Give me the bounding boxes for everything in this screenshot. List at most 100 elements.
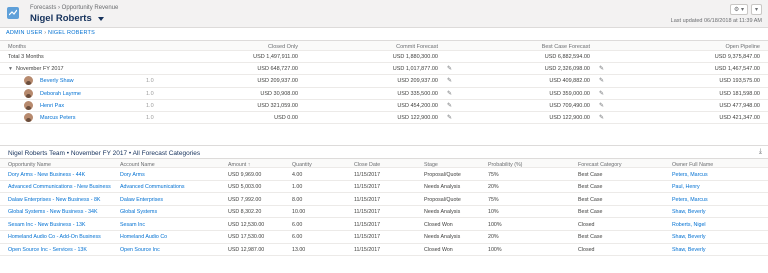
avatar [24,112,33,122]
account-link[interactable]: Dalaw Enterprises [120,197,163,203]
opportunity-link[interactable]: Open Source Inc - Services - 13K [8,247,87,253]
person-pipeline[interactable]: USD 181,598.00 [719,91,760,97]
person-commit[interactable]: USD 122,900.00 [397,115,438,121]
person-closed[interactable]: USD 30,908.00 [260,91,298,97]
person-name-link[interactable]: Henri Pax [40,103,64,109]
col-closed-only[interactable]: Closed Only [268,44,298,50]
owner-link[interactable]: Roberts, Nigel [672,222,706,228]
quantity-cell: 6.00 [292,221,303,228]
person-best[interactable]: USD 409,882.00 [549,78,590,84]
month-row[interactable]: ▼ November FY 2017 USD 648,727.00 USD 1,… [0,63,768,76]
month-toggle[interactable]: ▼ November FY 2017 [8,66,64,72]
col-account-name[interactable]: Account Name [120,162,155,168]
total-closed[interactable]: USD 1,497,911.00 [253,54,298,60]
total-label: Total 3 Months [8,54,44,60]
person-pipeline[interactable]: USD 193,575.00 [719,78,760,84]
account-link[interactable]: Sesam Inc [120,222,145,228]
settings-menu-button[interactable]: ⚙ ▾ [729,4,748,15]
opportunity-link[interactable]: Advanced Communications - New Business [8,184,111,190]
edit-pencil-icon[interactable]: ✎ [447,65,452,72]
person-pipeline[interactable]: USD 477,948.00 [719,103,760,109]
col-months[interactable]: Months [8,44,26,50]
close-date-cell: 11/15/2017 [354,196,381,203]
month-best[interactable]: USD 2,326,098.00 [545,66,590,72]
edit-pencil-icon[interactable]: ✎ [599,90,604,97]
more-actions-button[interactable]: ▾ [750,4,762,15]
opportunity-link[interactable]: Dory Arms - New Business - 44K [8,172,85,178]
owner-link[interactable]: Paul, Henry [672,184,700,190]
col-close-date[interactable]: Close Date [354,162,380,168]
opportunity-link[interactable]: Global Systems - New Business - 34K [8,209,98,215]
opportunity-link[interactable]: Homeland Audio Co - Add-On Business [8,234,101,240]
forecast-category-cell: Best Case [578,196,603,203]
breadcrumb-current[interactable]: NIGEL ROBERTS [48,30,95,36]
breadcrumb-root[interactable]: ADMIN USER [6,30,43,36]
month-commit[interactable]: USD 1,017,877.00 [393,66,438,72]
edit-pencil-icon[interactable]: ✎ [599,65,604,72]
person-pipeline[interactable]: USD 421,347.00 [719,115,760,121]
total-pipeline[interactable]: USD 9,375,847.00 [715,54,760,60]
col-stage[interactable]: Stage [424,162,438,168]
person-commit[interactable]: USD 209,937.00 [397,78,438,84]
col-forecast-category[interactable]: Forecast Category [578,162,622,168]
col-open-pipeline[interactable]: Open Pipeline [725,44,760,50]
col-commit-forecast[interactable]: Commit Forecast [396,44,438,50]
person-name-link[interactable]: Marcus Peters [40,115,75,121]
owner-link[interactable]: Shaw, Beverly [672,234,706,240]
account-link[interactable]: Homeland Audio Co [120,234,167,240]
table-header-row: Opportunity Name Account Name Amount ↑ Q… [0,158,768,168]
owner-link[interactable]: Shaw, Beverly [672,247,706,253]
col-opportunity-name[interactable]: Opportunity Name [8,162,51,168]
person-best[interactable]: USD 709,490.00 [549,103,590,109]
chevron-down-icon[interactable]: ▼ [8,66,13,72]
avatar [24,100,33,110]
person-name-link[interactable]: Deborah Layrme [40,91,81,97]
owner-link[interactable]: Shaw, Beverly [672,209,706,215]
person-best[interactable]: USD 359,000.00 [549,91,590,97]
opportunity-link[interactable]: Sesam Inc - New Business - 13K [8,222,85,228]
page-title[interactable]: Nigel Roberts [30,13,104,24]
edit-pencil-icon[interactable]: ✎ [447,90,452,97]
forecast-summary-table: Months Closed Only Commit Forecast Best … [0,40,768,125]
col-quantity[interactable]: Quantity [292,162,312,168]
header-breadcrumb[interactable]: Forecasts › Opportunity Revenue [30,5,118,11]
col-probability[interactable]: Probability (%) [488,162,522,168]
chevron-down-icon[interactable] [97,16,104,21]
owner-link[interactable]: Peters, Marcus [672,172,708,178]
download-icon[interactable]: ⤓ [759,148,762,156]
month-closed[interactable]: USD 648,727.00 [257,66,298,72]
edit-pencil-icon[interactable]: ✎ [599,114,604,121]
account-link[interactable]: Advanced Communications [120,184,184,190]
total-best[interactable]: USD 6,882,594.00 [545,54,590,60]
person-best[interactable]: USD 122,900.00 [549,115,590,121]
quantity-cell: 4.00 [292,171,303,178]
amount-cell: USD 17,530.00 [228,234,265,241]
month-pipeline[interactable]: USD 1,467,547.00 [715,66,760,72]
total-row: Total 3 Months USD 1,497,911.00 USD 1,88… [0,51,768,64]
avatar [24,76,33,86]
person-closed[interactable]: USD 0.00 [274,115,298,121]
col-best-case[interactable]: Best Case Forecast [542,44,590,50]
person-commit[interactable]: USD 454,200.00 [397,103,438,109]
person-qty: 1.0 [146,114,154,121]
account-link[interactable]: Dory Arms [120,172,145,178]
person-commit[interactable]: USD 335,500.00 [397,91,438,97]
edit-pencil-icon[interactable]: ✎ [447,102,452,109]
person-closed[interactable]: USD 321,059.00 [257,103,298,109]
col-amount[interactable]: Amount ↑ [228,162,250,168]
owner-link[interactable]: Peters, Marcus [672,197,708,203]
edit-pencil-icon[interactable]: ✎ [447,77,452,84]
col-owner-full-name[interactable]: Owner Full Name [672,162,713,168]
avatar [24,88,33,98]
edit-pencil-icon[interactable]: ✎ [599,77,604,84]
edit-pencil-icon[interactable]: ✎ [447,114,452,121]
edit-pencil-icon[interactable]: ✎ [599,102,604,109]
opportunity-link[interactable]: Dalaw Enterprises - New Business - 8K [8,197,100,203]
account-link[interactable]: Open Source Inc [120,247,160,253]
account-link[interactable]: Global Systems [120,209,157,215]
total-commit[interactable]: USD 1,880,300.00 [393,54,438,60]
person-name-link[interactable]: Beverly Shaw [40,78,74,84]
table-row: Homeland Audio Co - Add-On Business Home… [0,231,768,244]
person-closed[interactable]: USD 209,937.00 [257,78,298,84]
table-row: Global Systems - New Business - 34K Glob… [0,206,768,219]
